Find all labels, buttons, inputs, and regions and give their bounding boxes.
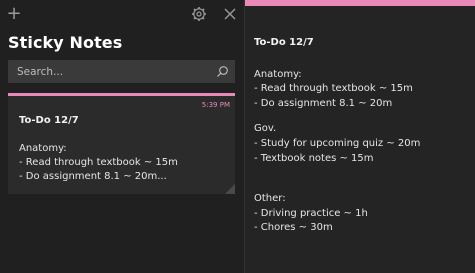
note-preview-line: Anatomy: bbox=[19, 143, 67, 154]
settings-button[interactable] bbox=[191, 6, 207, 22]
note-card-corner-fold bbox=[225, 184, 235, 194]
note-color-bar bbox=[245, 0, 475, 6]
app-title: Sticky Notes bbox=[8, 33, 123, 52]
close-button[interactable] bbox=[222, 6, 238, 22]
note-editor[interactable]: To-Do 12/7 Anatomy: - Read through textb… bbox=[254, 36, 469, 236]
notes-list-pane: + Sticky Notes Search... 5:39 PM To-Do 1… bbox=[0, 0, 244, 273]
search-icon[interactable] bbox=[216, 65, 229, 78]
note-preview-line: - Do assignment 8.1 ~ 20m... bbox=[19, 171, 167, 182]
note-line: - Driving practice ~ 1h bbox=[254, 207, 368, 219]
search-box[interactable] bbox=[8, 60, 235, 83]
section-heading: Other: bbox=[254, 193, 286, 205]
section-heading: Gov. bbox=[254, 123, 277, 135]
plus-icon: + bbox=[6, 3, 22, 24]
section-heading: Anatomy: bbox=[254, 68, 302, 80]
gear-icon bbox=[192, 7, 206, 21]
note-card-title: To-Do 12/7 bbox=[19, 115, 79, 126]
close-icon bbox=[224, 8, 236, 20]
note-preview-line: - Read through textbook ~ 15m bbox=[19, 157, 178, 168]
note-line: - Read through textbook ~ 15m bbox=[254, 83, 413, 95]
note-line: - Textbook notes ~ 15m bbox=[254, 152, 374, 164]
add-note-button[interactable]: + bbox=[6, 3, 22, 24]
note-timestamp: 5:39 PM bbox=[201, 101, 230, 109]
note-line: - Chores ~ 30m bbox=[254, 222, 333, 234]
note-card-preview: Anatomy: - Read through textbook ~ 15m -… bbox=[19, 142, 178, 184]
note-line: - Do assignment 8.1 ~ 20m bbox=[254, 97, 393, 109]
search-input[interactable] bbox=[8, 60, 217, 83]
note-line: - Study for upcoming quiz ~ 20m bbox=[254, 137, 421, 149]
note-title: To-Do 12/7 bbox=[254, 37, 314, 48]
note-card[interactable]: 5:39 PM To-Do 12/7 Anatomy: - Read throu… bbox=[8, 93, 235, 194]
note-editor-pane: To-Do 12/7 Anatomy: - Read through textb… bbox=[245, 0, 475, 273]
